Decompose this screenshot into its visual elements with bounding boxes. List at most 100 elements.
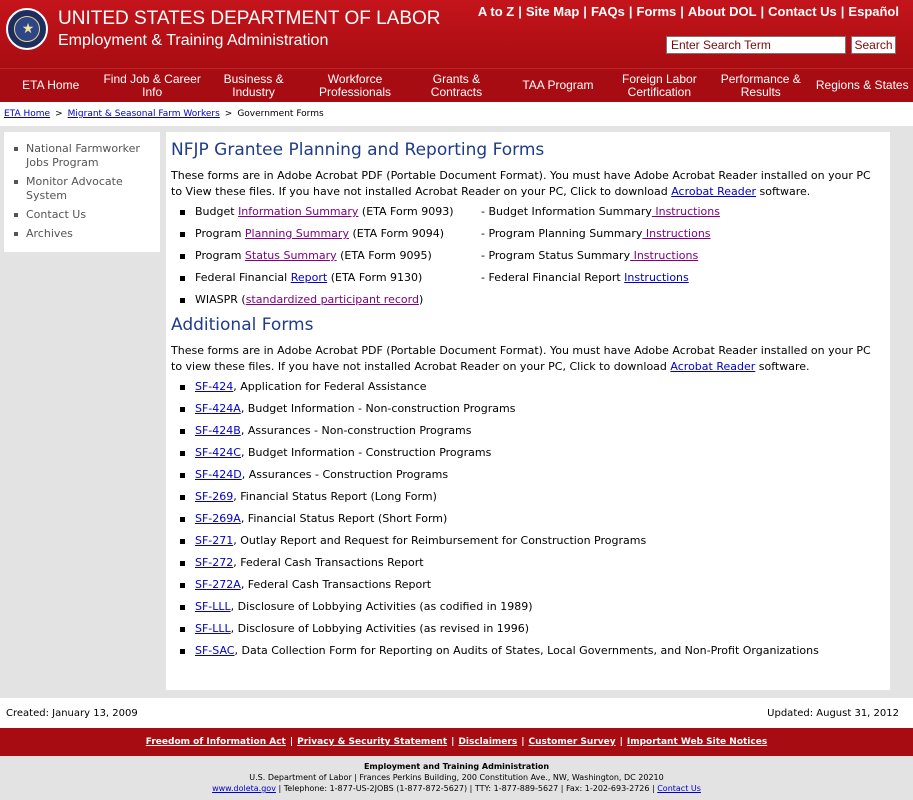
nfjp-forms-list: Budget Information Summary (ETA Form 909… xyxy=(171,205,890,315)
list-item: WIASPR (standardized participant record) xyxy=(171,293,890,315)
wiaspr-link[interactable]: standardized participant record xyxy=(246,293,419,306)
footer-link-foia[interactable]: Freedom of Information Act xyxy=(146,737,286,747)
admin-name[interactable]: Employment & Training Administration xyxy=(58,31,328,51)
sf-form-link[interactable]: SF-SAC xyxy=(195,644,234,657)
list-item: Program Planning Summary (ETA Form 9094)… xyxy=(171,227,890,249)
search-input[interactable] xyxy=(666,36,846,54)
bullet-icon xyxy=(180,605,185,610)
form-link[interactable]: Information Summary xyxy=(238,205,358,218)
list-item: SF-424, Application for Federal Assistan… xyxy=(171,380,890,402)
sf-form-link[interactable]: SF-424 xyxy=(195,380,233,393)
breadcrumb-msfw[interactable]: Migrant & Seasonal Farm Workers xyxy=(68,109,220,119)
sf-form-link[interactable]: SF-269 xyxy=(195,490,233,503)
footer-link-disclaimers[interactable]: Disclaimers xyxy=(458,737,517,747)
nav-regions-states[interactable]: Regions & States xyxy=(812,69,913,102)
bullet-icon xyxy=(14,180,18,184)
list-item: SF-424B, Assurances - Non-construction P… xyxy=(171,424,890,446)
main-content: NFJP Grantee Planning and Reporting Form… xyxy=(166,132,890,690)
sidebar-item-monitor-advocate[interactable]: Monitor Advocate System xyxy=(14,175,160,203)
list-item: SF-LLL, Disclosure of Lobbying Activitie… xyxy=(171,622,890,644)
bullet-icon xyxy=(180,561,185,566)
sf-form-link[interactable]: SF-272A xyxy=(195,578,241,591)
sf-form-link[interactable]: SF-272 xyxy=(195,556,233,569)
bullet-icon xyxy=(180,254,185,259)
bullet-icon xyxy=(180,298,185,303)
sf-form-link[interactable]: SF-424D xyxy=(195,468,242,481)
nav-taa-program[interactable]: TAA Program xyxy=(507,69,608,102)
sf-form-link[interactable]: SF-271 xyxy=(195,534,233,547)
bullet-icon xyxy=(180,429,185,434)
instructions-link[interactable]: Instructions xyxy=(624,271,689,284)
footer-contact-line: www.doleta.gov | Telephone: 1-877-US-2JO… xyxy=(212,784,701,793)
bullet-icon xyxy=(14,147,18,151)
nav-performance-results[interactable]: Performance & Results xyxy=(710,69,811,102)
top-link-contact-us[interactable]: Contact Us xyxy=(768,4,837,19)
list-item: SF-269A, Financial Status Report (Short … xyxy=(171,512,890,534)
nav-grants-contracts[interactable]: Grants & Contracts xyxy=(406,69,507,102)
breadcrumb-separator: > xyxy=(55,109,63,119)
additional-forms-title: Additional Forms xyxy=(171,315,314,335)
top-link-about-dol[interactable]: About DOL xyxy=(688,4,757,19)
agency-name[interactable]: UNITED STATES DEPARTMENT OF LABOR xyxy=(58,8,441,30)
sidebar-item-archives[interactable]: Archives xyxy=(14,227,160,241)
form-link[interactable]: Status Summary xyxy=(245,249,337,262)
list-item: Program Status Summary (ETA Form 9095) - … xyxy=(171,249,890,271)
sf-form-link[interactable]: SF-269A xyxy=(195,512,241,525)
bullet-icon xyxy=(180,649,185,654)
sf-form-link[interactable]: SF-424C xyxy=(195,446,241,459)
nav-eta-home[interactable]: ETA Home xyxy=(0,69,101,102)
footer-contact-link[interactable]: Contact Us xyxy=(657,784,701,793)
top-links: A to Z | Site Map | FAQs | Forms | About DOL | Con… xyxy=(477,4,899,19)
list-item: SF-SAC, Data Collection Form for Reporti… xyxy=(171,644,890,666)
list-item: SF-269, Financial Status Report (Long Fo… xyxy=(171,490,890,512)
sf-form-link[interactable]: SF-424B xyxy=(195,424,241,437)
main-nav: ETA Home Find Job & Career Info Business… xyxy=(0,68,913,102)
form-link[interactable]: Report xyxy=(291,271,327,284)
sf-form-link[interactable]: SF-LLL xyxy=(195,622,231,635)
nav-find-job[interactable]: Find Job & Career Info xyxy=(101,69,202,102)
top-link-espanol[interactable]: Español xyxy=(848,4,899,19)
created-date: Created: January 13, 2009 xyxy=(6,708,138,719)
top-link-faqs[interactable]: FAQs xyxy=(591,4,625,19)
instructions-link[interactable]: Instructions xyxy=(630,249,699,262)
footer-link-notices[interactable]: Important Web Site Notices xyxy=(627,737,767,747)
nav-foreign-labor[interactable]: Foreign Labor Certification xyxy=(609,69,710,102)
nav-business-industry[interactable]: Business & Industry xyxy=(203,69,304,102)
additional-intro: These forms are in Adobe Acrobat PDF (Po… xyxy=(171,344,871,373)
sf-form-link[interactable]: SF-LLL xyxy=(195,600,231,613)
top-link-a-to-z[interactable]: A to Z xyxy=(478,4,514,19)
top-link-site-map[interactable]: Site Map xyxy=(526,4,579,19)
nfjp-intro: These forms are in Adobe Acrobat PDF (Po… xyxy=(171,169,871,198)
footer-link-survey[interactable]: Customer Survey xyxy=(529,737,616,747)
breadcrumb: ETA Home > Migrant & Seasonal Farm Workers… xyxy=(0,102,913,126)
sf-form-link[interactable]: SF-424A xyxy=(195,402,241,415)
bullet-icon xyxy=(180,232,185,237)
breadcrumb-eta-home[interactable]: ETA Home xyxy=(4,109,50,119)
acrobat-reader-link[interactable]: Acrobat Reader xyxy=(671,185,756,198)
dol-seal-icon[interactable]: ★ xyxy=(6,8,48,50)
footer-info: Employment and Training Administration U… xyxy=(0,756,913,800)
list-item: SF-424C, Budget Information - Constructi… xyxy=(171,446,890,468)
list-item: SF-LLL, Disclosure of Lobbying Activitie… xyxy=(171,600,890,622)
search-button[interactable]: Search xyxy=(851,36,896,54)
bullet-icon xyxy=(180,539,185,544)
list-item: SF-424D, Assurances - Construction Progr… xyxy=(171,468,890,490)
sidebar-item-contact-us[interactable]: Contact Us xyxy=(14,208,160,222)
bullet-icon xyxy=(180,583,185,588)
instructions-link[interactable]: Instructions xyxy=(652,205,720,218)
acrobat-reader-link[interactable]: Acrobat Reader xyxy=(670,360,755,373)
footer-address: U.S. Department of Labor | Frances Perki… xyxy=(249,773,664,782)
updated-date: Updated: August 31, 2012 xyxy=(767,708,899,719)
form-link[interactable]: Planning Summary xyxy=(245,227,349,240)
footer-site-link[interactable]: www.doleta.gov xyxy=(212,784,276,793)
bullet-icon xyxy=(180,276,185,281)
bullet-icon xyxy=(14,232,18,236)
top-link-forms[interactable]: Forms xyxy=(637,4,677,19)
instructions-link[interactable]: Instructions xyxy=(642,227,711,240)
sidebar: National Farmworker Jobs Program Monitor… xyxy=(4,132,160,252)
bullet-icon xyxy=(180,451,185,456)
nav-workforce-professionals[interactable]: Workforce Professionals xyxy=(304,69,405,102)
footer-link-privacy[interactable]: Privacy & Security Statement xyxy=(297,737,447,747)
sidebar-item-nfjp[interactable]: National Farmworker Jobs Program xyxy=(14,142,160,170)
breadcrumb-separator: > xyxy=(224,109,233,119)
